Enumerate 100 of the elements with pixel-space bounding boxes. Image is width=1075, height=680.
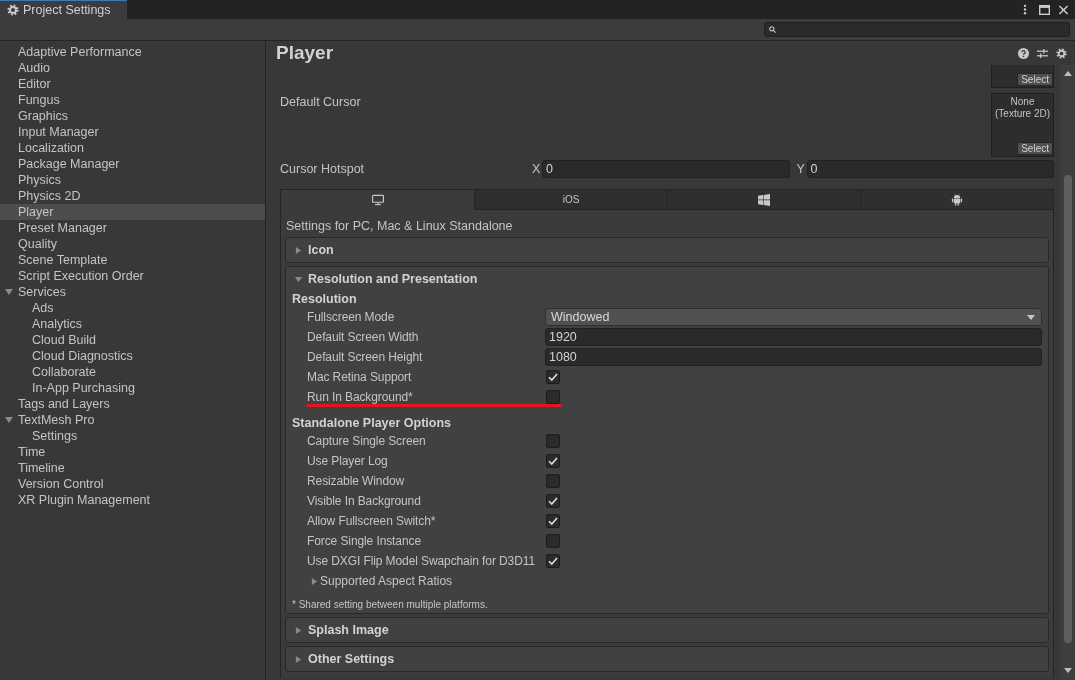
checkmark-icon <box>548 557 558 565</box>
sidebar-item[interactable]: Tags and Layers <box>0 396 265 412</box>
select-button[interactable]: Select <box>1017 142 1053 155</box>
setting-label: Fullscreen Mode <box>307 309 396 325</box>
sidebar-item[interactable]: Scene Template <box>0 252 265 268</box>
checkbox[interactable] <box>546 534 560 548</box>
setting-label: Force Single Instance <box>307 533 422 549</box>
sliders-icon[interactable] <box>1037 47 1048 59</box>
sidebar-item[interactable]: Physics 2D <box>0 188 265 204</box>
sidebar-item[interactable]: Settings <box>0 428 265 444</box>
sidebar-item[interactable]: Cloud Build <box>0 332 265 348</box>
sidebar-item[interactable]: Services <box>0 284 265 300</box>
field-label: Cursor Hotspot <box>280 161 366 177</box>
platform-tab[interactable] <box>667 190 860 210</box>
gear-icon <box>7 4 19 16</box>
sidebar-item[interactable]: TextMesh Pro <box>0 412 265 428</box>
checkbox[interactable] <box>546 370 560 384</box>
setting-label: Mac Retina Support <box>307 369 413 385</box>
sidebar-item[interactable]: Time <box>0 444 265 460</box>
sidebar-item[interactable]: Cloud Diagnostics <box>0 348 265 364</box>
checkmark-icon <box>548 517 558 525</box>
monitor-icon <box>371 193 384 206</box>
platform-heading: Settings for PC, Mac & Linux Standalone <box>285 218 514 234</box>
caret-down-icon <box>1027 314 1035 320</box>
search-icon <box>769 26 776 33</box>
setting-label: Run In Background* <box>307 389 414 405</box>
group-heading: Resolution <box>291 291 358 307</box>
android-icon <box>951 193 963 206</box>
foldout-header[interactable]: Other Settings <box>286 647 1048 671</box>
sidebar-item[interactable]: Physics <box>0 172 265 188</box>
sidebar-item[interactable]: Fungus <box>0 92 265 108</box>
scrollbar[interactable] <box>1060 65 1075 680</box>
checkmark-icon <box>548 497 558 505</box>
sidebar-item[interactable]: Script Execution Order <box>0 268 265 284</box>
checkbox[interactable] <box>546 454 560 468</box>
axis-label: Y <box>796 161 806 177</box>
sidebar-item[interactable]: In-App Purchasing <box>0 380 265 396</box>
group-heading: Standalone Player Options <box>291 415 453 431</box>
sidebar-item[interactable]: Audio <box>0 60 265 76</box>
windows-icon <box>758 193 770 206</box>
sidebar-item[interactable]: XR Plugin Management <box>0 492 265 508</box>
more-options-icon[interactable] <box>1023 4 1027 15</box>
number-field[interactable]: 1080 <box>545 348 1042 366</box>
number-field[interactable]: 0 <box>806 160 1054 178</box>
checkbox[interactable] <box>546 494 560 508</box>
number-field[interactable]: 0 <box>542 160 790 178</box>
sidebar-item[interactable]: Package Manager <box>0 156 265 172</box>
close-icon[interactable] <box>1058 4 1069 15</box>
scroll-up-icon[interactable] <box>1063 71 1072 76</box>
checkbox[interactable] <box>546 434 560 448</box>
maximize-icon[interactable] <box>1039 4 1050 15</box>
setting-label: Resizable Window <box>307 473 406 489</box>
foldout-header[interactable]: Splash Image <box>286 618 1048 642</box>
sidebar-item[interactable]: Graphics <box>0 108 265 124</box>
setting-label: Use Player Log <box>307 453 389 469</box>
sidebar-item[interactable]: Localization <box>0 140 265 156</box>
texture-field[interactable]: None (Texture 2D) Select <box>991 93 1054 157</box>
checkmark-icon <box>548 373 558 381</box>
setting-label: Visible In Background <box>307 493 422 509</box>
sidebar-item[interactable]: Quality <box>0 236 265 252</box>
help-icon[interactable] <box>1018 47 1029 59</box>
footnote-text: * Shared setting between multiple platforms. <box>291 599 489 612</box>
axis-label: X <box>532 161 542 177</box>
search-field[interactable] <box>764 22 1070 37</box>
sidebar-item[interactable]: Editor <box>0 76 265 92</box>
sidebar-item[interactable]: Analytics <box>0 316 265 332</box>
texture-field[interactable]: Select <box>991 65 1054 88</box>
setting-label: Default Screen Height <box>307 349 424 365</box>
sidebar-item[interactable]: Preset Manager <box>0 220 265 236</box>
checkbox[interactable] <box>546 514 560 528</box>
setting-label: Capture Single Screen <box>307 433 427 449</box>
number-field[interactable]: 1920 <box>545 328 1042 346</box>
expand-arrow-icon[interactable] <box>5 288 13 296</box>
expand-arrow-icon[interactable] <box>5 416 13 424</box>
settings-icon[interactable] <box>1056 47 1067 59</box>
window-tab[interactable]: Project Settings <box>0 0 127 19</box>
field-label: Default Cursor <box>280 94 362 111</box>
checkbox[interactable] <box>546 390 560 404</box>
scroll-down-icon[interactable] <box>1063 668 1072 673</box>
checkbox[interactable] <box>546 554 560 568</box>
select-button[interactable]: Select <box>1017 73 1053 86</box>
sidebar-item[interactable]: Collaborate <box>0 364 265 380</box>
foldout-header[interactable]: Resolution and Presentation <box>286 267 1048 291</box>
scroll-thumb[interactable] <box>1063 175 1072 643</box>
sidebar-item[interactable]: Timeline <box>0 460 265 476</box>
setting-label: Default Screen Width <box>307 329 420 345</box>
setting-label: Use DXGI Flip Model Swapchain for D3D11 <box>307 553 536 569</box>
checkmark-icon <box>548 457 558 465</box>
platform-tab[interactable]: iOS <box>474 190 667 210</box>
foldout-header[interactable]: Icon <box>286 238 1048 262</box>
setting-label: Allow Fullscreen Switch* <box>307 513 437 529</box>
sidebar-item[interactable]: Input Manager <box>0 124 265 140</box>
page-title: Player <box>276 42 334 64</box>
dropdown[interactable]: Windowed <box>545 308 1042 326</box>
sidebar-item[interactable]: Player <box>0 204 265 220</box>
sidebar-item[interactable]: Version Control <box>0 476 265 492</box>
sidebar-item[interactable]: Adaptive Performance <box>0 44 265 60</box>
checkbox[interactable] <box>546 474 560 488</box>
foldout-toggle[interactable]: Supported Aspect Ratios <box>307 573 453 589</box>
sidebar-item[interactable]: Ads <box>0 300 265 316</box>
